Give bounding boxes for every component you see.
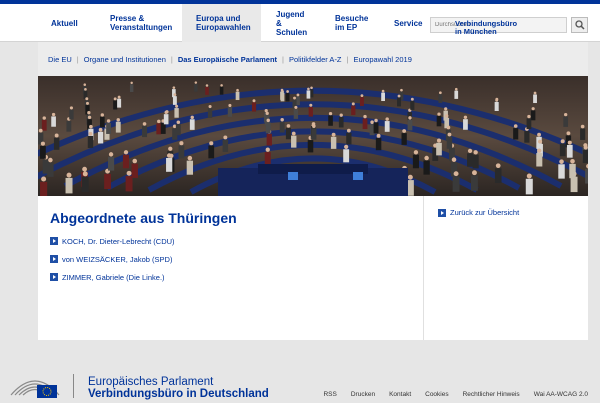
plenary-hall-photo [38,76,588,196]
main-navigation: Aktuell Presse & Veranstaltungen Europa … [0,4,600,42]
footer-link-rss[interactable]: RSS [323,391,336,398]
page-title: Abgeordnete aus Thüringen [50,210,237,226]
footer-link-drucken[interactable]: Drucken [351,391,375,398]
subnav-organe[interactable]: Organe und Institutionen [84,55,166,64]
arrow-right-icon [50,255,58,263]
main-column: Abgeordnete aus Thüringen KOCH, Dr. Diet… [38,196,423,340]
content-area: Die EU | Organe und Institutionen | Das … [38,42,588,340]
column-divider [423,196,424,340]
arrow-right-icon [50,237,58,245]
separator: | [346,54,349,64]
footer-link-cookies[interactable]: Cookies [425,391,448,398]
member-name: von WEIZSÄCKER, Jakob (SPD) [62,254,173,264]
footer-link-kontakt[interactable]: Kontakt [389,391,411,398]
member-name: ZIMMER, Gabriele (Die Linke.) [62,272,165,282]
arrow-right-icon [438,208,446,217]
subnav-parlament[interactable]: Das Europäische Parlament [178,55,277,64]
arrow-right-icon [50,273,58,281]
subnav-politikfelder[interactable]: Politikfelder A-Z [289,55,342,64]
member-link-koch[interactable]: KOCH, Dr. Dieter-Lebrecht (CDU) [50,232,411,250]
back-label: Zurück zur Übersicht [450,208,520,217]
nav-item-presse[interactable]: Presse & Veranstaltungen [110,4,172,42]
footer-title: Europäisches Parlament [88,376,214,388]
nav-item-service[interactable]: Service [394,4,422,42]
member-link-weizsaecker[interactable]: von WEIZSÄCKER, Jakob (SPD) [50,250,411,268]
footer-links: RSS Drucken Kontakt Cookies Rechtlicher … [309,391,588,398]
member-link-zimmer[interactable]: ZIMMER, Gabriele (Die Linke.) [50,268,411,286]
footer-subtitle: Verbindungsbüro in Deutschland [88,388,269,400]
footer-link-wcag[interactable]: Wai AA-WCAG 2.0 [534,391,588,398]
back-to-overview-link[interactable]: Zurück zur Übersicht [438,208,519,217]
nav-item-aktuell[interactable]: Aktuell [51,4,78,42]
separator: | [282,54,284,64]
side-column: Zurück zur Übersicht [438,208,519,217]
member-name: KOCH, Dr. Dieter-Lebrecht (CDU) [62,236,175,246]
separator: | [76,54,79,64]
separator: | [170,54,173,64]
ep-logo-icon [10,380,60,398]
footer: Europäisches Parlament Verbindungsbüro i… [0,360,600,403]
footer-divider [73,374,74,398]
search-button[interactable] [571,17,588,33]
nav-item-besuche[interactable]: Besuche im EP [335,4,368,42]
breadcrumb-subnav: Die EU | Organe und Institutionen | Das … [38,42,588,76]
subnav-die-eu[interactable]: Die EU [48,55,72,64]
nav-item-europa[interactable]: Europa und Europawahlen [182,4,261,42]
footer-link-rechtlicher-hinweis[interactable]: Rechtlicher Hinweis [463,391,520,398]
person [40,176,48,196]
nav-item-verbindungsbuero[interactable]: Verbindungsbüro in München [455,20,517,36]
nav-item-jugend[interactable]: Jugend & Schulen [276,4,307,42]
search-box: Verbindungsbüro in München [430,17,567,36]
magnifier-icon [574,20,585,30]
subnav-europawahl[interactable]: Europawahl 2019 [353,55,411,64]
